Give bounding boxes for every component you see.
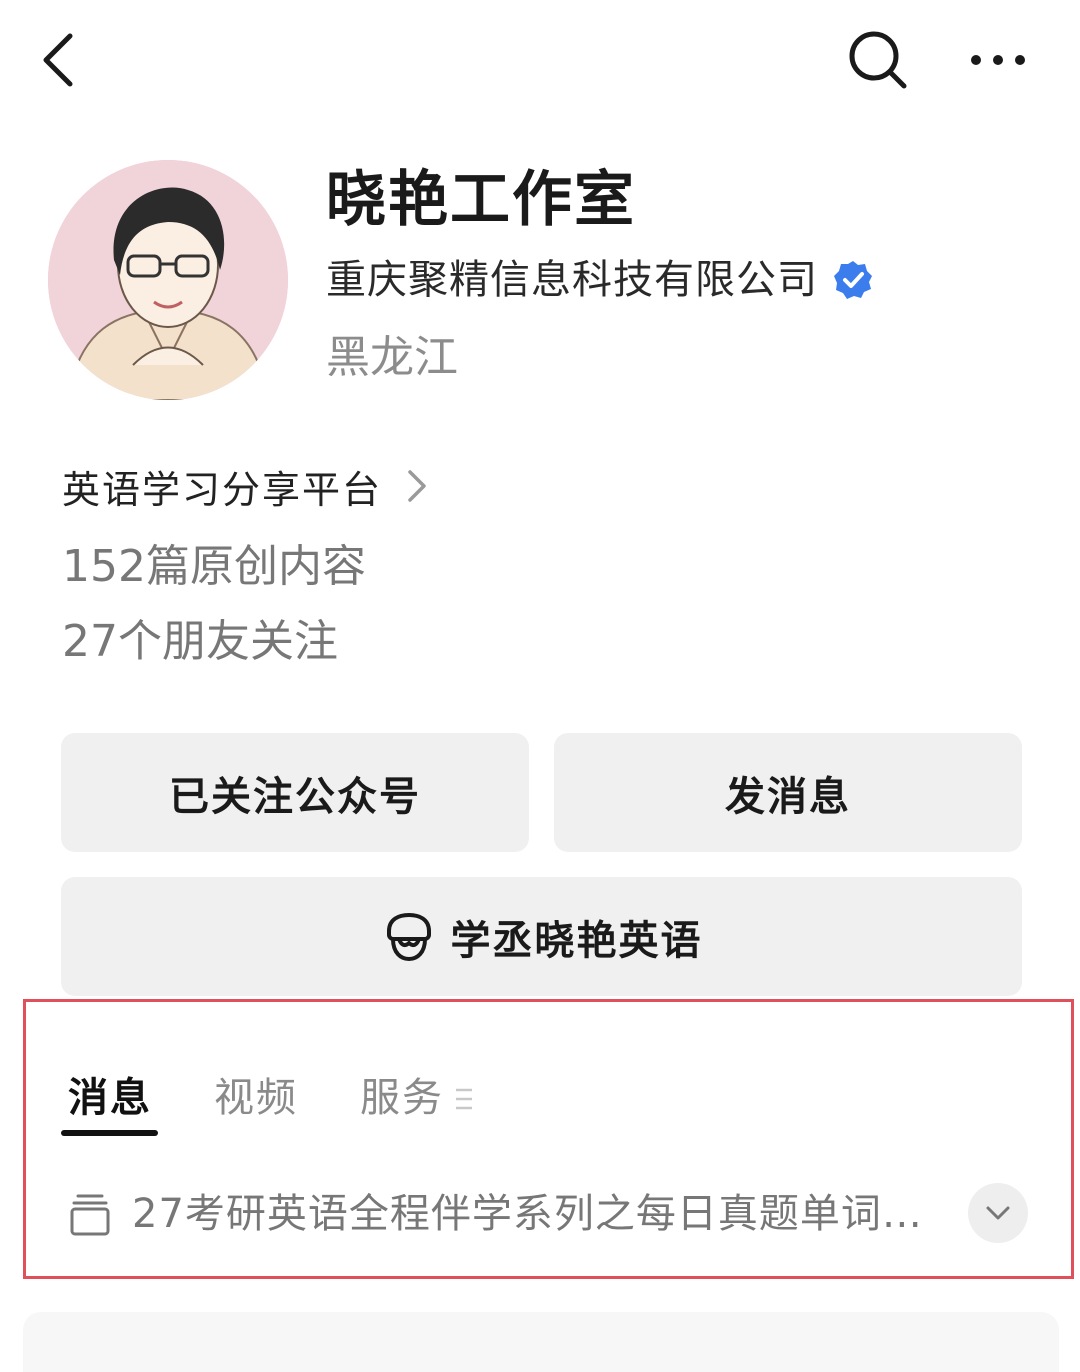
active-tab-indicator [61,1130,158,1136]
verified-badge-icon [834,261,872,299]
intro-row[interactable]: 英语学习分享平台 [62,458,430,514]
series-title: 27考研英语全程伴学系列之每日真题单词… [132,1191,923,1237]
original-content-count[interactable]: 152篇原创内容 [62,537,366,597]
tab-news[interactable]: 消息 [68,1070,152,1126]
expand-button[interactable] [968,1183,1028,1243]
tab-video[interactable]: 视频 [214,1070,298,1126]
collection-icon [70,1194,110,1236]
search-icon[interactable] [846,28,910,92]
followed-button[interactable]: 已关注公众号 [61,733,529,852]
friends-following-count[interactable]: 27个朋友关注 [62,612,338,672]
chevron-down-icon [986,1206,1010,1220]
company-row[interactable]: 重庆聚精信息科技有限公司 [326,250,874,310]
send-message-button[interactable]: 发消息 [554,733,1022,852]
mini-program-button[interactable]: 学丞晓艳英语 [61,877,1022,996]
company-name: 重庆聚精信息科技有限公司 [326,257,818,303]
tab-service[interactable]: 服务 [360,1070,444,1126]
avatar-illustration [48,160,288,400]
menu-lines-icon [456,1088,472,1110]
mini-program-logo-icon [386,912,431,961]
account-name: 晓艳工作室 [326,165,636,235]
back-icon[interactable] [36,28,84,92]
chevron-right-icon [408,470,426,502]
region: 黑龙江 [326,332,458,383]
avatar[interactable] [48,160,288,400]
top-bar [0,0,1080,120]
more-icon[interactable] [966,40,1030,80]
intro-text: 英语学习分享平台 [62,467,383,512]
mini-program-label: 学丞晓艳英语 [450,917,703,964]
bottom-card [23,1312,1059,1372]
